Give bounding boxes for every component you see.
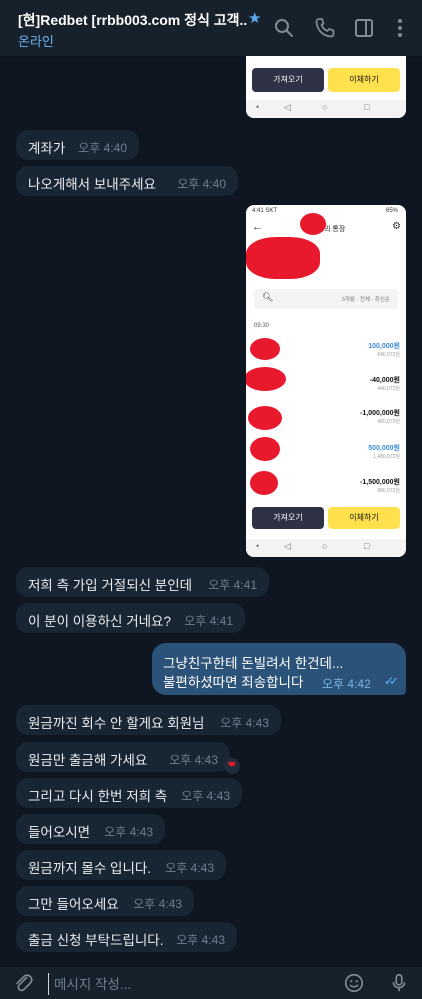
transaction-amount: -40,000원 — [369, 377, 400, 384]
message-time: 오후 4:43 — [220, 716, 269, 730]
back-arrow-icon: ← — [252, 221, 263, 233]
account-title: 의 통장 — [324, 226, 346, 233]
chat-header: [현]Redbet [rrbb003.com 정식 고객... ★ 온라인 — [0, 0, 422, 57]
android-nav-bar: • ◁ ○ □ — [246, 539, 406, 557]
message-text: 이 분이 이용하신 거네요? — [28, 614, 171, 629]
screenshot-left-button: 가져오기 — [252, 68, 324, 92]
screenshot-right-button: 이체하기 — [328, 507, 400, 529]
message-time: 오후 4:41 — [184, 614, 233, 628]
message-time: 오후 4:43 — [165, 861, 214, 875]
heart-reaction-icon[interactable]: ❤ — [224, 758, 240, 774]
transaction-amount: -1,500,000원 — [360, 479, 400, 486]
message-time: 오후 4:43 — [104, 825, 153, 839]
transaction-amount: 500,000원 — [368, 445, 400, 452]
filter-text: 3개월 · 전체 · 최신순 — [341, 297, 390, 303]
message-bubble[interactable]: 그리고 다시 한번 저희 측 오후 4:43 — [16, 778, 242, 808]
message-time: 오후 4:41 — [208, 578, 257, 592]
shared-screenshot-2[interactable]: 4:41 SKT 65% ← 의 통장 ⚙ 🔍︎ 3개월 · 전체 · 최신순 … — [246, 205, 406, 557]
message-bubble[interactable]: 이 분이 이용하신 거네요? 오후 4:41 — [16, 603, 245, 633]
message-bubble[interactable]: 나오게해서 보내주세요 오후 4:40 — [16, 166, 238, 196]
transaction-balance: 980,072원 — [377, 488, 400, 494]
message-text: 들어오시면 — [28, 825, 91, 840]
message-bubble[interactable]: 계좌가 오후 4:40 — [16, 130, 139, 160]
redaction-mark — [246, 237, 320, 279]
message-time: 오후 4:43 — [181, 789, 230, 803]
phone-icon[interactable] — [313, 16, 337, 40]
message-text: 출금 신청 부탁드립니다. — [28, 933, 164, 948]
message-bubble[interactable]: 출금 신청 부탁드립니다. 오후 4:43 — [16, 922, 237, 952]
screenshot-left-button: 가져오기 — [252, 507, 324, 529]
search-icon[interactable] — [272, 16, 296, 40]
message-text-line-1: 그냥친구한테 돈빌려서 한건데... — [163, 656, 344, 671]
transaction-balance: 1,480,072원 — [373, 454, 400, 460]
message-time: 오후 4:43 — [169, 753, 218, 767]
message-time: 오후 4:43 — [176, 933, 225, 947]
message-text: 계좌가 — [28, 141, 66, 156]
emoji-icon[interactable] — [343, 972, 365, 994]
message-bubble[interactable]: 저희 측 가입 거절되신 분인데 오후 4:41 — [16, 567, 269, 597]
screenshot-right-button: 이체하기 — [328, 68, 400, 92]
message-text: 저희 측 가입 거절되신 분인데 — [28, 578, 193, 593]
sidebar-toggle-icon[interactable] — [352, 16, 376, 40]
message-text: 원금까지 몰수 입니다. — [28, 861, 152, 876]
filter-bar[interactable]: 🔍︎ 3개월 · 전체 · 최신순 — [254, 289, 398, 309]
redaction-mark — [250, 471, 278, 495]
star-icon: ★ — [248, 10, 262, 27]
message-time: 오후 4:43 — [133, 897, 182, 911]
transaction-amount: 100,000원 — [368, 343, 400, 350]
message-composer — [0, 967, 422, 999]
android-nav-bar: • ◁ ○ □ — [246, 100, 406, 118]
redaction-mark — [250, 338, 280, 360]
message-text: 나오게해서 보내주세요 — [28, 177, 156, 192]
message-bubble[interactable]: 들어오시면 오후 4:43 — [16, 814, 165, 844]
redaction-mark — [246, 367, 286, 391]
outgoing-message-bubble[interactable]: 그냥친구한테 돈빌려서 한건데... 불편하셨따면 죄송합니다 오후 4:42 … — [152, 643, 406, 695]
redaction-mark — [300, 213, 326, 235]
more-vertical-icon[interactable] — [388, 16, 412, 40]
redaction-mark — [250, 437, 280, 461]
message-time: 오후 4:42 — [322, 677, 371, 691]
redaction-mark — [248, 406, 282, 430]
message-time: 오후 4:40 — [177, 177, 226, 191]
shared-screenshot-1[interactable]: 가져오기 이체하기 • ◁ ○ □ — [246, 56, 406, 118]
status-bar-time: 4:41 SKT — [252, 208, 278, 214]
message-text: 그리고 다시 한번 저희 측 — [28, 789, 168, 804]
message-time: 오후 4:40 — [78, 141, 127, 155]
message-bubble[interactable]: 원금까지 몰수 입니다. 오후 4:43 — [16, 850, 226, 880]
message-bubble[interactable]: 원금까진 회수 안 할게요 회원님 오후 4:43 — [16, 705, 281, 735]
transaction-balance: 540,072원 — [377, 352, 400, 358]
message-text: 원금만 출금해 가세요 — [28, 753, 148, 768]
message-text: 원금까진 회수 안 할게요 회원님 — [28, 716, 205, 731]
message-text-line-2: 불편하셨따면 죄송합니다 — [163, 675, 304, 690]
transaction-balance: 440,072원 — [377, 386, 400, 392]
chat-title[interactable]: [현]Redbet [rrbb003.com 정식 고객... — [18, 10, 248, 30]
message-text: 그만 들어오세요 — [28, 897, 119, 912]
search-icon: 🔍︎ — [262, 292, 274, 302]
message-bubble[interactable]: 그만 들어오세요 오후 4:43 — [16, 886, 194, 916]
transaction-amount: -1,000,000원 — [360, 410, 400, 417]
read-check-icon: ✓✓ — [384, 674, 399, 688]
message-bubble[interactable]: 원금만 출금해 가세요 오후 4:43 — [16, 742, 230, 772]
attach-icon[interactable] — [12, 972, 34, 994]
settings-gear-icon: ⚙ — [392, 221, 401, 232]
transaction-balance: 480,072원 — [377, 419, 400, 425]
online-status: 온라인 — [18, 34, 54, 49]
status-bar-battery: 65% — [385, 208, 398, 214]
microphone-icon[interactable] — [388, 972, 410, 994]
message-input[interactable] — [48, 973, 336, 995]
transaction-date: 09.30 — [254, 323, 270, 329]
